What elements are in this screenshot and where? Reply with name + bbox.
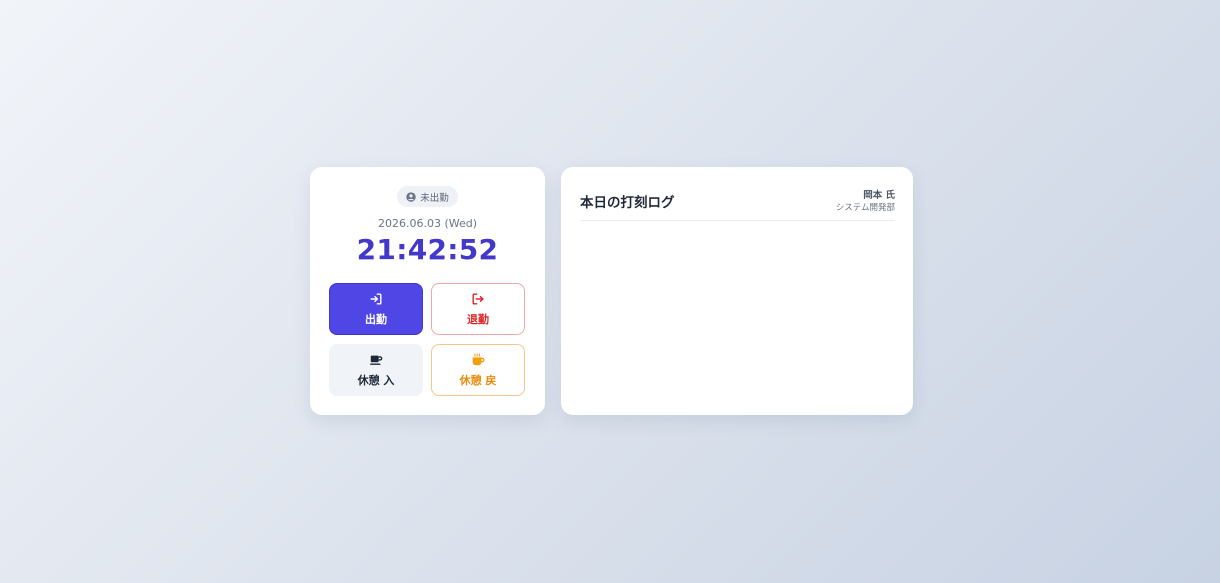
- user-name: 岡本 氏: [863, 190, 895, 201]
- user-circle-icon: [406, 191, 416, 202]
- status-label: 未出勤: [420, 192, 449, 204]
- log-list: [580, 227, 895, 399]
- clock-out-label: 退勤: [467, 312, 489, 326]
- divider: [580, 220, 895, 221]
- mug-icon: [370, 355, 383, 365]
- status-badge: 未出勤: [397, 186, 458, 207]
- clock-card: 未出勤 2026.06.03 (Wed) 21:42:52 出勤 退勤 休憩 入: [310, 167, 545, 415]
- sign-in-icon: [370, 292, 382, 305]
- break-end-label: 休憩 戻: [459, 373, 497, 387]
- current-time: 21:42:52: [356, 233, 499, 266]
- clock-in-button[interactable]: 出勤: [329, 283, 423, 335]
- break-end-button[interactable]: 休憩 戻: [431, 344, 525, 396]
- break-start-button[interactable]: 休憩 入: [329, 344, 423, 396]
- clock-in-label: 出勤: [365, 312, 387, 326]
- sign-out-icon: [472, 292, 484, 305]
- punch-log-card: 本日の打刻ログ 岡本 氏 システム開発部: [561, 167, 913, 415]
- coffee-icon: [472, 352, 485, 365]
- log-title: 本日の打刻ログ: [580, 195, 675, 211]
- clock-out-button[interactable]: 退勤: [431, 283, 525, 335]
- break-start-label: 休憩 入: [357, 373, 395, 387]
- current-date: 2026.06.03 (Wed): [377, 217, 478, 230]
- user-department: システム開発部: [835, 203, 895, 213]
